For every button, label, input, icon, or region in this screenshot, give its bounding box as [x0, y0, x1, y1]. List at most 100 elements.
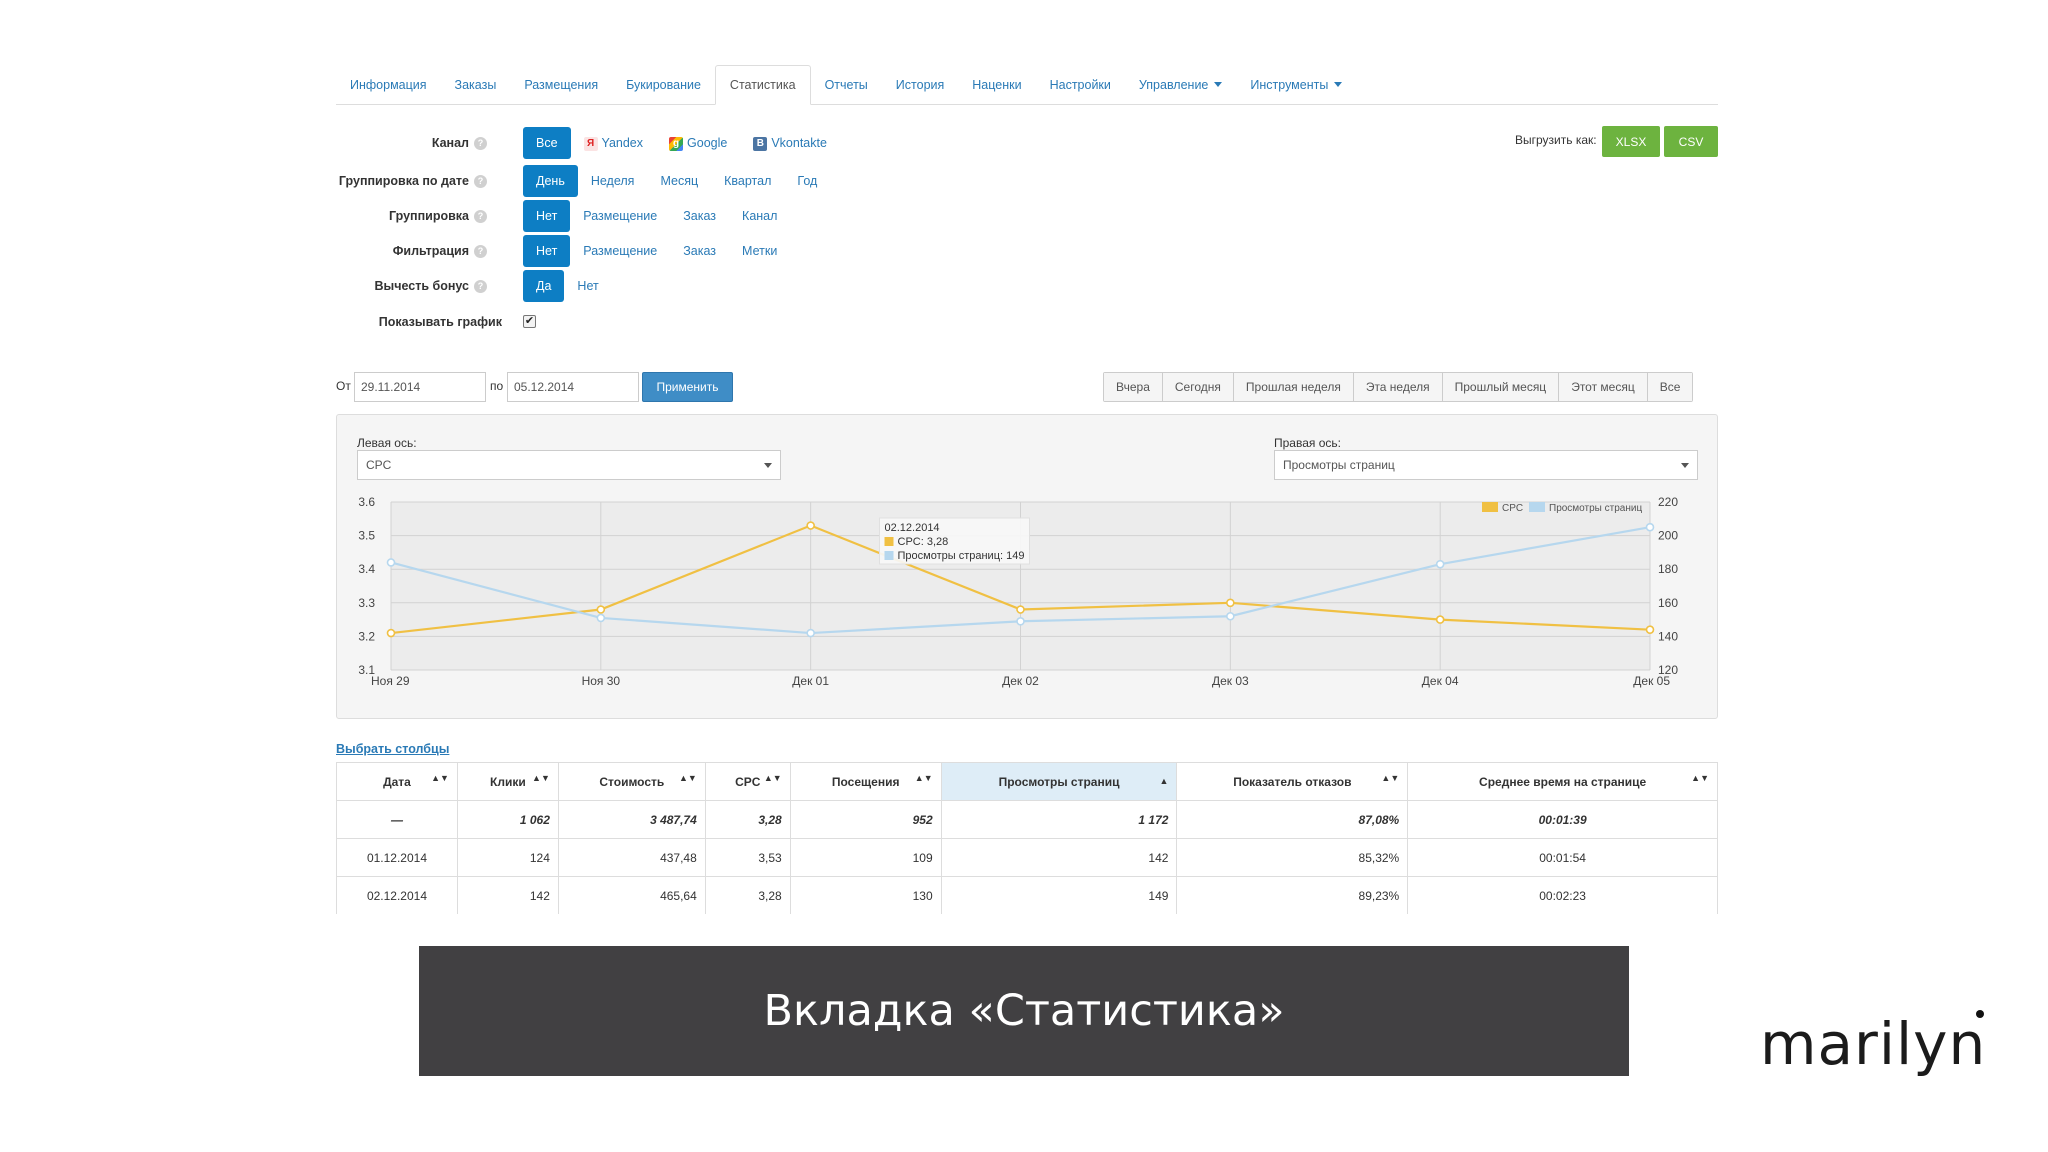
tab-booking[interactable]: Букирование: [612, 65, 715, 104]
filtering-order[interactable]: Заказ: [670, 235, 729, 267]
slide-caption: Вкладка «Статистика»: [419, 946, 1629, 1076]
column-header-bounce-rate[interactable]: Показатель отказов ▲▼: [1176, 762, 1409, 801]
filtering-tags[interactable]: Метки: [729, 235, 790, 267]
stats-table-viewport: Дата ▲▼ Клики ▲▼ Стоимость ▲▼ CPC ▲▼ Посещен…: [330, 762, 1730, 914]
filter-channel: Канал? Все Я Yandex g Google B Vkontakte: [336, 127, 827, 159]
filter-bonus: Вычесть бонус? Да Нет: [336, 270, 599, 302]
table-cell: 02.12.2014: [336, 876, 458, 914]
grouping-order[interactable]: Заказ: [670, 200, 729, 232]
tooltip-swatch: [884, 551, 894, 560]
bonus-no[interactable]: Нет: [564, 270, 611, 302]
channel-option-all[interactable]: Все: [523, 127, 571, 159]
preset-last-month[interactable]: Прошлый месяц: [1442, 373, 1560, 401]
vkontakte-icon: B: [753, 136, 768, 151]
column-header-label: Посещения: [831, 774, 900, 789]
date-grouping-day[interactable]: День: [523, 165, 578, 197]
left-axis-tick-label: 3.3: [358, 596, 375, 610]
data-point: [1016, 616, 1025, 626]
help-icon[interactable]: ?: [474, 175, 487, 189]
show-chart-checkbox[interactable]: ✔: [523, 315, 536, 328]
help-icon[interactable]: ?: [474, 137, 487, 151]
date-grouping-year[interactable]: Год: [784, 165, 830, 197]
help-icon[interactable]: ?: [474, 280, 487, 294]
help-icon[interactable]: ?: [474, 210, 487, 224]
preset-today[interactable]: Сегодня: [1162, 373, 1234, 401]
filtering-none[interactable]: Нет: [523, 235, 571, 267]
data-point: [806, 521, 815, 530]
tab-settings[interactable]: Настройки: [1036, 65, 1125, 104]
date-from-input[interactable]: 29.11.2014: [354, 372, 486, 402]
column-header-pageviews[interactable]: Просмотры страниц ▲: [940, 762, 1178, 801]
sort-icon: ▲▼: [532, 773, 550, 783]
tab-markups[interactable]: Наценки: [958, 65, 1035, 104]
column-header-date[interactable]: Дата ▲▼: [336, 762, 458, 801]
legend-label: CPC: [1502, 503, 1523, 514]
channel-option-yandex[interactable]: Я Yandex: [571, 127, 656, 159]
export-csv-button[interactable]: CSV: [1664, 126, 1718, 157]
grouping-channel[interactable]: Канал: [729, 200, 790, 232]
column-header-label: Показатель отказов: [1233, 774, 1352, 789]
table-cell: 01.12.2014: [336, 838, 458, 877]
column-header-label: CPC: [735, 774, 761, 789]
apply-button[interactable]: Применить: [642, 372, 733, 402]
bonus-yes[interactable]: Да: [523, 270, 565, 302]
preset-last-week[interactable]: Прошлая неделя: [1233, 373, 1354, 401]
table-cell: 109: [789, 838, 942, 877]
tab-reports[interactable]: Отчеты: [811, 65, 882, 104]
table-cell: 87,08%: [1176, 800, 1409, 839]
grouping-placement[interactable]: Размещение: [570, 200, 670, 232]
preset-this-week[interactable]: Эта неделя: [1353, 373, 1443, 401]
google-icon: g: [669, 136, 684, 151]
table-cell: 3,53: [704, 838, 791, 877]
date-to-label: по: [490, 379, 504, 393]
data-point: [596, 605, 606, 614]
data-point: [1435, 559, 1445, 569]
tab-info[interactable]: Информация: [336, 65, 441, 104]
sort-icon: ▲▼: [678, 773, 697, 783]
yandex-icon: Я: [583, 136, 598, 151]
preset-yesterday[interactable]: Вчера: [1104, 373, 1163, 401]
date-grouping-quarter[interactable]: Квартал: [711, 165, 784, 197]
filter-grouping: Группировка? Нет Размещение Заказ Канал: [336, 200, 777, 232]
tab-management[interactable]: Управление: [1125, 65, 1237, 104]
tab-placements[interactable]: Размещения: [510, 65, 612, 104]
tab-tools[interactable]: Инструменты: [1236, 65, 1356, 104]
column-header-visits[interactable]: Посещения ▲▼: [789, 762, 942, 801]
tab-history[interactable]: История: [882, 65, 958, 104]
channel-option-label: Google: [687, 136, 728, 150]
preset-this-month[interactable]: Этот месяц: [1559, 373, 1648, 401]
x-axis-tick-label: Дек 01: [792, 674, 829, 688]
column-header-cpc[interactable]: CPC ▲▼: [704, 762, 791, 801]
column-header-clicks[interactable]: Клики ▲▼: [456, 762, 559, 801]
left-axis-tick-label: 3.2: [358, 629, 375, 643]
data-point: [1435, 615, 1445, 624]
data-point: [1226, 598, 1235, 608]
column-header-label: Дата: [383, 774, 411, 789]
data-point: [1645, 625, 1655, 634]
filtering-placement[interactable]: Размещение: [570, 235, 670, 267]
date-to-input[interactable]: 05.12.2014: [507, 372, 639, 402]
export-xlsx-button[interactable]: XLSX: [1602, 126, 1660, 157]
chevron-down-icon: [1214, 82, 1223, 87]
grouping-none[interactable]: Нет: [523, 200, 571, 232]
sort-icon: ▲▼: [431, 773, 449, 783]
preset-all[interactable]: Все: [1647, 373, 1693, 401]
column-header-avg-time[interactable]: Среднее время на странице ▲▼: [1407, 762, 1718, 801]
filter-label: Фильтрация: [392, 243, 469, 258]
column-header-cost[interactable]: Стоимость ▲▼: [557, 762, 706, 801]
channel-option-google[interactable]: g Google: [656, 127, 740, 159]
table-row: 02.12.2014 142 465,64 3,28 130 149 89,23…: [336, 876, 1718, 914]
tab-statistics[interactable]: Статистика: [714, 65, 811, 105]
filter-filtering: Фильтрация? Нет Размещение Заказ Метки: [336, 235, 777, 267]
column-header-label: Клики: [490, 774, 526, 789]
date-grouping-month[interactable]: Месяц: [647, 165, 711, 197]
help-icon[interactable]: ?: [474, 245, 487, 259]
channel-option-vkontakte[interactable]: B Vkontakte: [740, 127, 840, 159]
data-point: [1016, 605, 1025, 614]
tab-management-label: Управление: [1138, 77, 1209, 92]
export-label: Выгрузить как:: [1515, 133, 1597, 147]
filter-label: Группировка по дате: [338, 173, 469, 188]
date-grouping-week[interactable]: Неделя: [578, 165, 648, 197]
tab-orders[interactable]: Заказы: [441, 65, 511, 104]
choose-columns-link[interactable]: Выбрать столбцы: [336, 742, 449, 756]
